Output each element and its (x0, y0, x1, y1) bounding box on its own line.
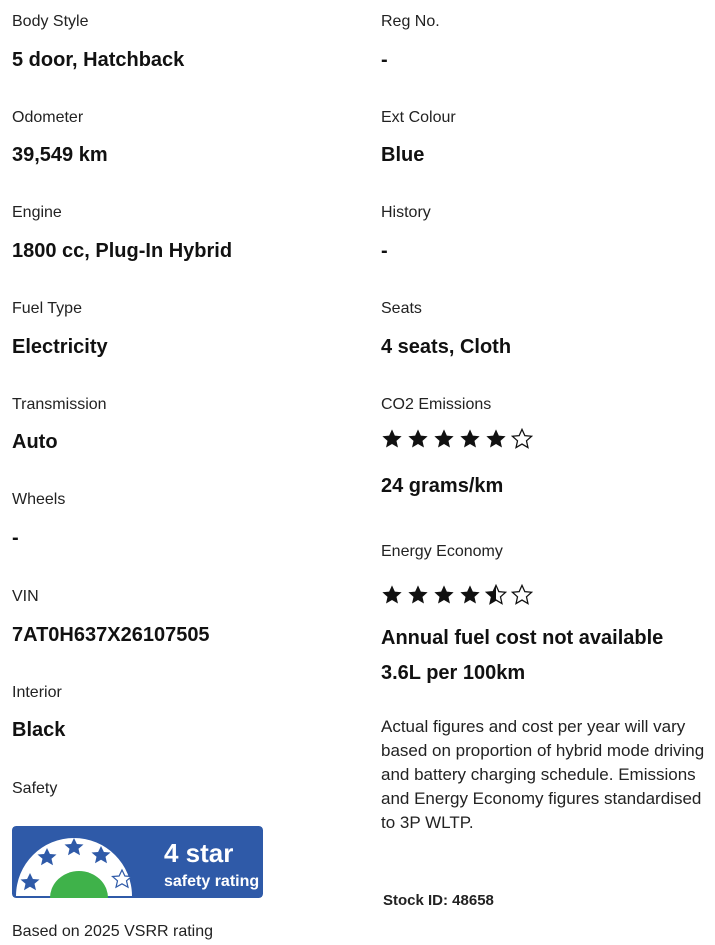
co2-star-rating (381, 428, 533, 450)
energy-star-filled-icon (408, 585, 428, 604)
co2-star-filled-icon (408, 429, 428, 448)
energy-label: Energy Economy (381, 543, 503, 560)
transmission-label: Transmission (12, 396, 107, 413)
seats-value: 4 seats, Cloth (381, 336, 512, 358)
co2-star-filled-icon (434, 429, 454, 448)
safety-badge-graphic: 4 star safety rating (12, 826, 263, 898)
safety-label: Safety (12, 780, 58, 797)
economy-note: Actual figures and cost per year will va… (381, 717, 705, 832)
energy-star-empty-icon (511, 584, 533, 605)
safety-rating-badge: 4 star safety rating (12, 826, 263, 898)
co2-star-filled-icon (486, 429, 506, 448)
vin-label: VIN (12, 588, 39, 605)
body-style-value: 5 door, Hatchback (12, 49, 185, 71)
co2-star-empty-icon (511, 428, 533, 449)
engine-label: Engine (12, 204, 62, 221)
energy-star-half-icon (485, 584, 507, 605)
reg-no-value: - (381, 49, 388, 71)
co2-star-filled-icon (382, 429, 402, 448)
co2-star-filled-icon (460, 429, 480, 448)
history-label: History (381, 204, 431, 221)
stock-id: Stock ID: 48658 (383, 892, 494, 909)
co2-label: CO2 Emissions (381, 396, 492, 413)
odometer-label: Odometer (12, 109, 84, 126)
energy-star-filled-icon (434, 585, 454, 604)
annual-fuel-cost: Annual fuel cost not available (381, 627, 664, 649)
safety-basis-text: Based on 2025 VSRR rating (12, 923, 214, 940)
badge-subtitle: safety rating (164, 873, 259, 890)
ext-colour-label: Ext Colour (381, 109, 456, 126)
wheels-label: Wheels (12, 491, 66, 508)
odometer-value: 39,549 km (12, 144, 108, 166)
fuel-type-value: Electricity (12, 336, 108, 358)
body-style-label: Body Style (12, 13, 89, 30)
co2-value: 24 grams/km (381, 475, 504, 497)
history-value: - (381, 240, 388, 262)
energy-star-rating (381, 584, 533, 606)
energy-star-filled-icon (460, 585, 480, 604)
seats-label: Seats (381, 300, 422, 317)
interior-label: Interior (12, 684, 62, 701)
badge-title: 4 star (164, 838, 233, 868)
energy-star-filled-icon (382, 585, 402, 604)
fuel-type-label: Fuel Type (12, 300, 82, 317)
fuel-consumption: 3.6L per 100km (381, 662, 526, 684)
transmission-value: Auto (12, 431, 58, 453)
vin-value: 7AT0H637X26107505 (12, 624, 210, 646)
ext-colour-value: Blue (381, 144, 425, 166)
engine-value: 1800 cc, Plug-In Hybrid (12, 240, 233, 262)
interior-value: Black (12, 719, 66, 741)
reg-no-label: Reg No. (381, 13, 440, 30)
wheels-value: - (12, 527, 19, 549)
